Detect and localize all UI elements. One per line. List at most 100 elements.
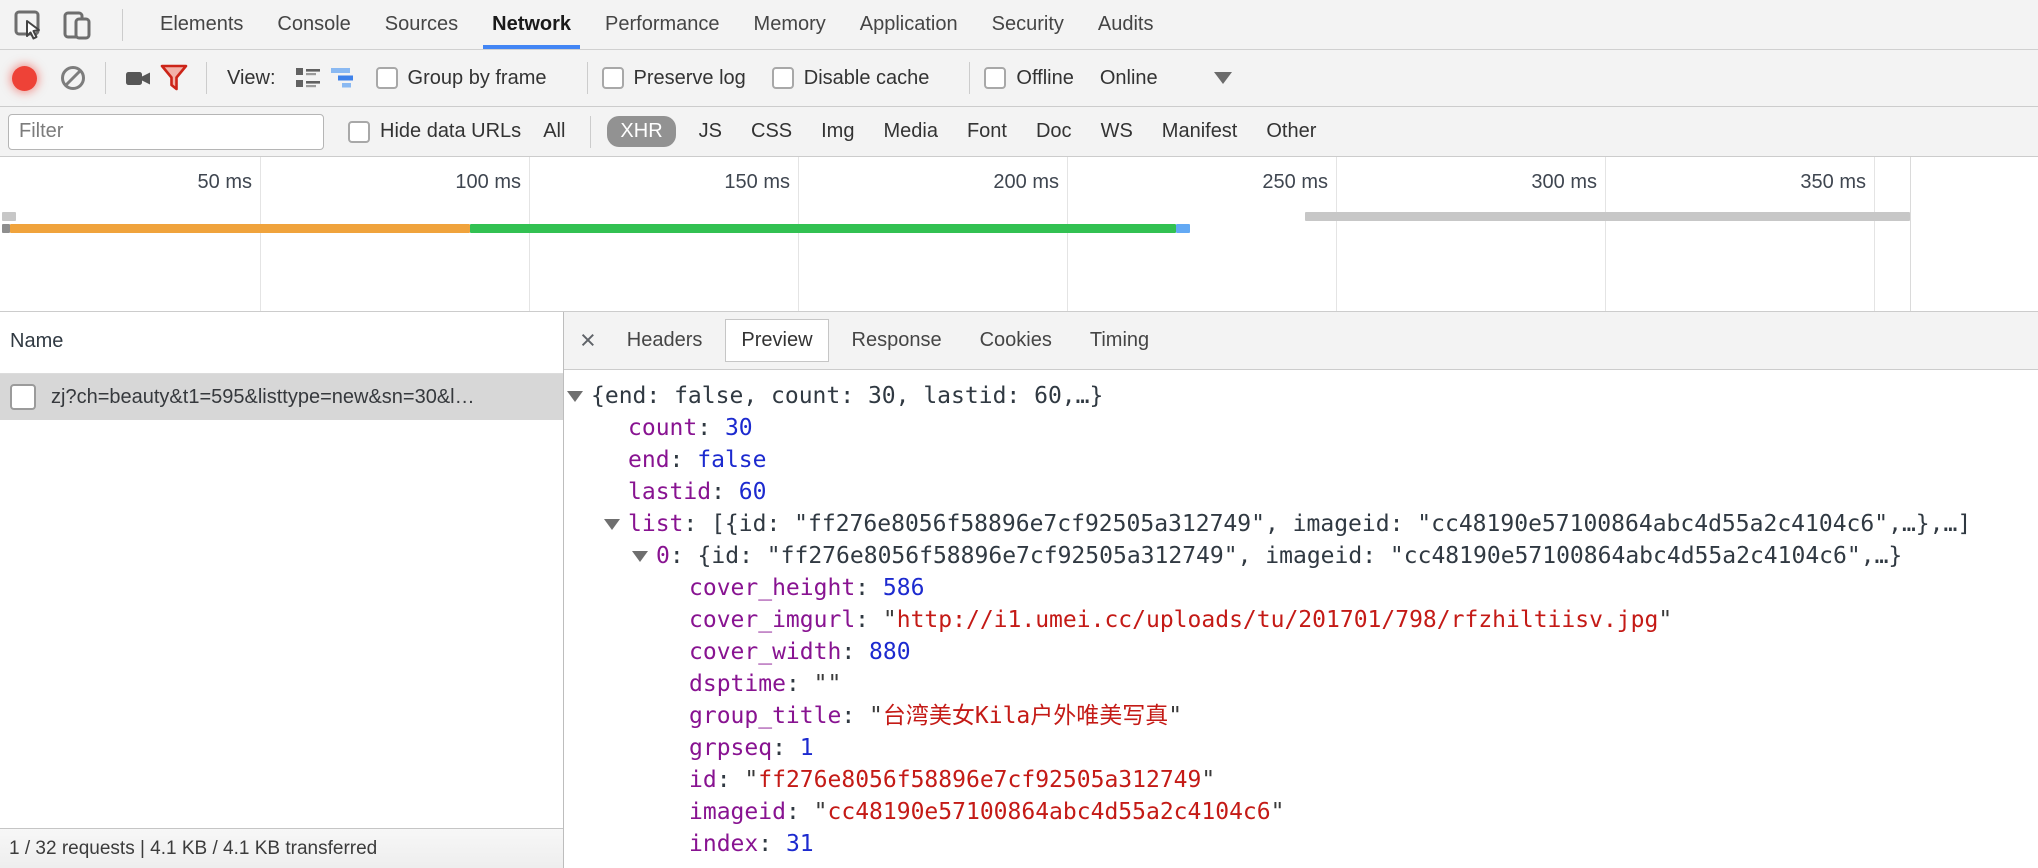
- filter-type-font[interactable]: Font: [961, 116, 1013, 147]
- json-key: group_title: [689, 703, 841, 729]
- json-text: :: [841, 703, 869, 729]
- toolbar-divider-2: [206, 62, 207, 94]
- json-text: :: [670, 447, 698, 473]
- offline-checkbox[interactable]: [984, 67, 1006, 89]
- json-key: cover_height: [689, 575, 855, 601]
- filter-type-ws[interactable]: WS: [1095, 116, 1139, 147]
- offline-toggle[interactable]: Offline: [984, 67, 1073, 90]
- main-tab-console[interactable]: Console: [260, 0, 367, 49]
- json-number: 60: [739, 479, 767, 505]
- filter-type-manifest[interactable]: Manifest: [1156, 116, 1244, 147]
- json-text: :: [717, 767, 745, 793]
- hide-data-urls-label: Hide data URLs: [380, 120, 521, 143]
- json-quote: ": [744, 767, 758, 793]
- json-number: 1: [800, 735, 814, 761]
- inspect-element-icon[interactable]: [12, 8, 46, 42]
- detail-tab-headers[interactable]: Headers: [612, 320, 718, 361]
- filter-type-xhr[interactable]: XHR: [607, 116, 675, 147]
- detail-tab-response[interactable]: Response: [837, 320, 957, 361]
- json-text: :: [841, 639, 869, 665]
- timeline-overview[interactable]: 50 ms100 ms150 ms200 ms250 ms300 ms350 m…: [0, 157, 2038, 312]
- request-row[interactable]: zj?ch=beauty&t1=595&listtype=new&sn=30&l…: [0, 374, 563, 420]
- ruler-gridline: [1336, 157, 1337, 311]
- main-tab-audits[interactable]: Audits: [1081, 0, 1171, 49]
- preview-tree-row[interactable]: cover_width: 880: [564, 636, 2038, 668]
- main-tab-sources[interactable]: Sources: [368, 0, 475, 49]
- expand-arrow-icon[interactable]: [567, 391, 583, 402]
- main-tab-elements[interactable]: Elements: [143, 0, 260, 49]
- hide-data-urls-toggle[interactable]: Hide data URLs: [348, 120, 521, 143]
- preview-tree-row[interactable]: {end: false, count: 30, lastid: 60,…}: [564, 380, 2038, 412]
- json-quote: "": [814, 671, 842, 697]
- main-tab-application[interactable]: Application: [843, 0, 975, 49]
- preview-tree-row[interactable]: grpseq: 1: [564, 732, 2038, 764]
- overview-bar-waiting: [10, 224, 470, 233]
- overview-bar-queueing: [2, 224, 10, 233]
- preview-tree-row[interactable]: list: [{id: "ff276e8056f58896e7cf92505a3…: [564, 508, 2038, 540]
- filter-type-media[interactable]: Media: [877, 116, 943, 147]
- filter-type-all[interactable]: All: [537, 116, 571, 147]
- expand-arrow-icon[interactable]: [604, 519, 620, 530]
- device-toolbar-icon[interactable]: [60, 8, 94, 42]
- preview-tree-row[interactable]: count: 30: [564, 412, 2038, 444]
- json-string: ff276e8056f58896e7cf92505a312749: [758, 767, 1201, 793]
- capture-screenshots-icon[interactable]: [120, 60, 156, 96]
- toolbar-divider-4: [969, 62, 970, 94]
- waterfall-view-icon[interactable]: [326, 60, 362, 96]
- close-details-icon[interactable]: ×: [580, 327, 596, 354]
- ruler-tick-label: 200 ms: [909, 171, 1059, 194]
- main-tabs: ElementsConsoleSourcesNetworkPerformance…: [143, 0, 1170, 49]
- filter-funnel-icon[interactable]: [156, 60, 192, 96]
- json-text: :: [758, 831, 786, 857]
- view-label: View:: [227, 67, 276, 90]
- filter-type-css[interactable]: CSS: [745, 116, 798, 147]
- preview-tree-row[interactable]: index: 31: [564, 828, 2038, 860]
- filter-input[interactable]: [8, 114, 324, 150]
- requests-summary-bar: 1 / 32 requests | 4.1 KB / 4.1 KB transf…: [0, 828, 563, 868]
- detail-tab-cookies[interactable]: Cookies: [965, 320, 1067, 361]
- name-column-header[interactable]: Name: [0, 312, 563, 374]
- preview-tree-row[interactable]: imageid: "cc48190e57100864abc4d55a2c4104…: [564, 796, 2038, 828]
- ruler-tick-label: 50 ms: [102, 171, 252, 194]
- ruler-gridline: [1874, 157, 1875, 311]
- list-view-icon[interactable]: [290, 60, 326, 96]
- preview-tree-row[interactable]: cover_height: 586: [564, 572, 2038, 604]
- disable-cache-toggle[interactable]: Disable cache: [772, 67, 930, 90]
- main-tab-security[interactable]: Security: [975, 0, 1081, 49]
- json-key: end: [628, 447, 670, 473]
- filter-type-other[interactable]: Other: [1260, 116, 1322, 147]
- preserve-log-toggle[interactable]: Preserve log: [602, 67, 746, 90]
- main-tab-network[interactable]: Network: [475, 0, 588, 49]
- hide-data-urls-checkbox[interactable]: [348, 121, 370, 143]
- toolbar-divider-1: [105, 62, 106, 94]
- ruler-right-boundary: [1910, 157, 1911, 311]
- preview-tree-row[interactable]: lastid: 60: [564, 476, 2038, 508]
- filter-type-doc[interactable]: Doc: [1030, 116, 1078, 147]
- record-button[interactable]: [12, 66, 37, 91]
- filter-type-js[interactable]: JS: [693, 116, 728, 147]
- detail-tab-timing[interactable]: Timing: [1075, 320, 1164, 361]
- request-row-checkbox[interactable]: [10, 384, 36, 410]
- expand-arrow-icon[interactable]: [632, 551, 648, 562]
- preview-tree-row[interactable]: group_title: "台湾美女Kila户外唯美写真": [564, 700, 2038, 732]
- json-key: index: [689, 831, 758, 857]
- throttling-dropdown-arrow-icon[interactable]: [1214, 72, 1232, 84]
- preview-tree-row[interactable]: 0: {id: "ff276e8056f58896e7cf92505a31274…: [564, 540, 2038, 572]
- preview-tree-row[interactable]: end: false: [564, 444, 2038, 476]
- group-by-frame-label: Group by frame: [408, 67, 547, 90]
- overview-bar-load-marker: [1176, 224, 1190, 233]
- ruler-tick-label: 100 ms: [371, 171, 521, 194]
- group-by-frame-toggle[interactable]: Group by frame: [376, 67, 547, 90]
- main-tab-performance[interactable]: Performance: [588, 0, 737, 49]
- main-tab-memory[interactable]: Memory: [737, 0, 843, 49]
- preview-tree-row[interactable]: cover_imgurl: "http://i1.umei.cc/uploads…: [564, 604, 2038, 636]
- filter-type-img[interactable]: Img: [815, 116, 860, 147]
- preview-tree-row[interactable]: dsptime: "": [564, 668, 2038, 700]
- detail-tab-preview[interactable]: Preview: [725, 319, 828, 362]
- group-by-frame-checkbox[interactable]: [376, 67, 398, 89]
- clear-icon[interactable]: [55, 60, 91, 96]
- throttling-select-value[interactable]: Online: [1100, 67, 1158, 90]
- preview-tree-row[interactable]: id: "ff276e8056f58896e7cf92505a312749": [564, 764, 2038, 796]
- disable-cache-checkbox[interactable]: [772, 67, 794, 89]
- preserve-log-checkbox[interactable]: [602, 67, 624, 89]
